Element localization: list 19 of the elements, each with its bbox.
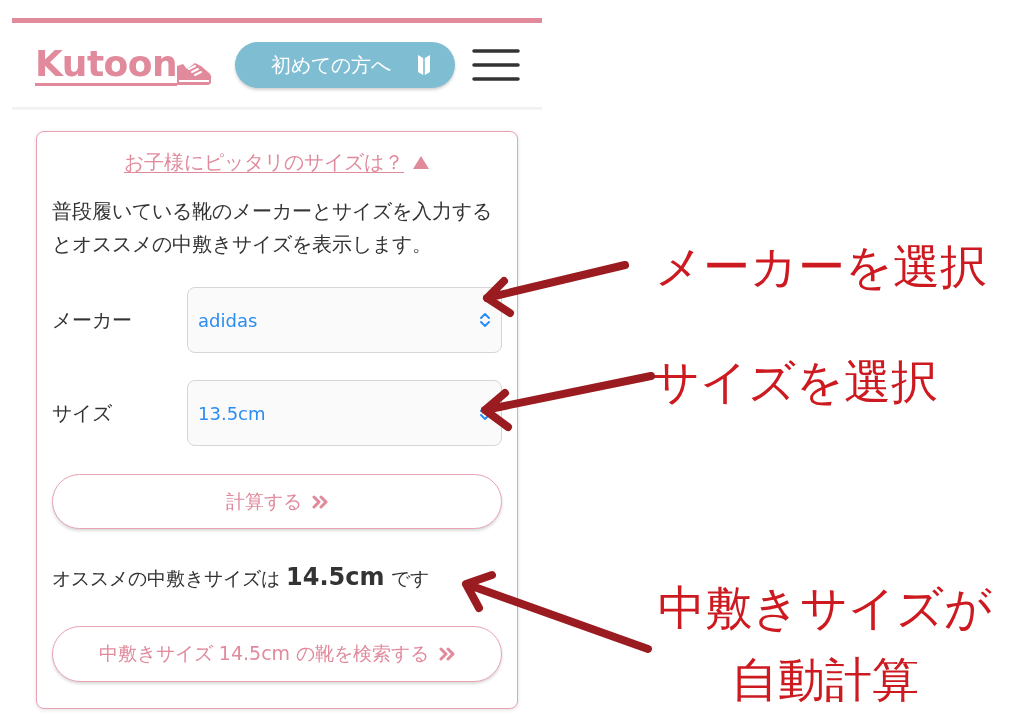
- search-button[interactable]: 中敷きサイズ 14.5cm の靴を検索する: [52, 626, 502, 682]
- menu-icon[interactable]: [472, 48, 520, 82]
- triangle-icon[interactable]: [412, 154, 430, 170]
- annotation-text: サイズを選択: [652, 353, 938, 411]
- field-label: サイズ: [52, 399, 113, 427]
- toggle-link[interactable]: お子様にピッタリのサイズは？: [124, 150, 430, 174]
- select-field[interactable]: 13.5cm: [187, 380, 502, 446]
- chevron-updown-icon: [479, 312, 491, 328]
- field-label: メーカー: [52, 306, 133, 334]
- shield-icon: [417, 54, 431, 76]
- double-chevron-icon: [439, 647, 456, 661]
- select-field[interactable]: adidas: [187, 287, 502, 353]
- guide-button[interactable]: 初めての方へ: [235, 42, 455, 88]
- calculate-button[interactable]: 計算する: [52, 474, 502, 529]
- annotation-text: メーカーを選択: [655, 238, 987, 296]
- result-text: オススメの中敷きサイズは 14.5cm です: [52, 567, 429, 589]
- annotation-text: 中敷きサイズが自動計算: [657, 579, 993, 709]
- description-text: 普段履いている靴のメーカーとサイズを入力するとオススメの中敷きサイズを表示します。: [52, 198, 493, 258]
- double-chevron-icon: [312, 494, 328, 509]
